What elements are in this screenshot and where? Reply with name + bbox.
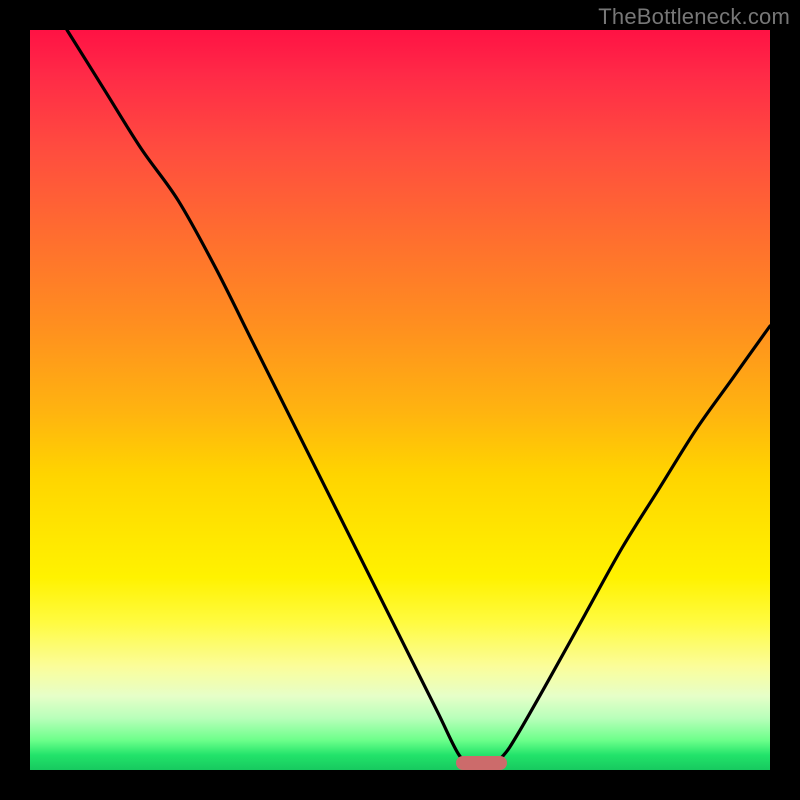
minimum-marker [456,756,508,770]
chart-frame: TheBottleneck.com [0,0,800,800]
watermark-text: TheBottleneck.com [598,4,790,30]
bottleneck-curve [30,30,770,770]
plot-area [30,30,770,770]
